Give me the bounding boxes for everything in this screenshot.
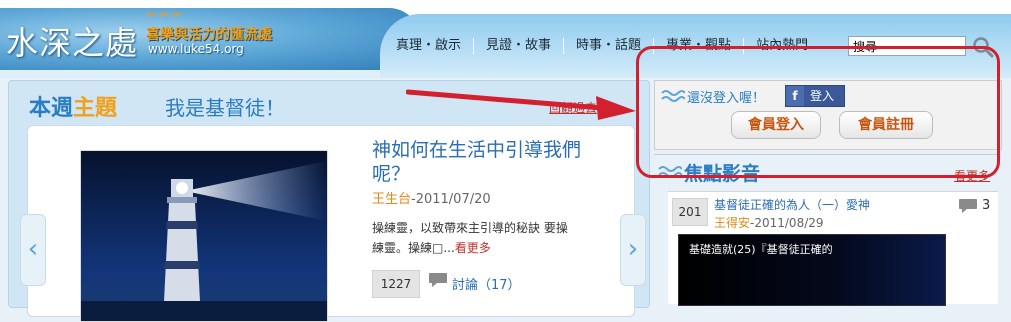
site-url: www.luke54.org: [148, 42, 244, 56]
video-caption: 基礎造就(25)『基督徒正確的: [689, 243, 833, 256]
comment-bubble-icon: [959, 199, 977, 213]
article-byline: 王生台-2011/07/20: [372, 188, 491, 207]
prev-arrow-button[interactable]: ‹: [20, 214, 46, 286]
article-excerpt: 操練靈，以致帶來主引導的秘訣 要操練靈。操練□...看更多: [372, 218, 572, 258]
view-count-badge: 1227: [372, 270, 420, 298]
theme-subtitle: 我是基督徒！: [165, 96, 285, 120]
article-date: -2011/07/20: [411, 192, 491, 207]
article-author[interactable]: 王生台: [372, 192, 411, 207]
media-list-item[interactable]: 201 基督徒正確的為人（一）愛神 王得安-2011/08/29 3 基礎造就(…: [668, 191, 998, 306]
article-card: 神如何在生活中引導我們呢？ 王生台-2011/07/20 操練靈，以致帶來主引導…: [27, 125, 635, 322]
media-comment-count: 3: [982, 198, 991, 213]
article-image[interactable]: [80, 150, 328, 322]
annotation-arrow-icon: [406, 89, 636, 120]
read-more-link[interactable]: 看更多: [455, 241, 491, 255]
site-logo-title[interactable]: 水深之處: [6, 18, 138, 64]
theme-heading: 本週主題: [29, 90, 117, 122]
article-title[interactable]: 神如何在生活中引導我們呢？: [372, 138, 612, 186]
video-thumbnail[interactable]: 基礎造就(25)『基督徒正確的: [678, 234, 946, 306]
media-item-title[interactable]: 基督徒正確的為人（一）愛神: [714, 196, 870, 213]
lighthouse-image: [81, 151, 327, 321]
scissors-decor-icon: ✂✂✂: [146, 8, 185, 23]
annotation-highlight-box: [636, 46, 1000, 178]
site-slogan: 喜樂與活力的匯流處: [146, 27, 272, 43]
comment-bubble-icon: [429, 273, 447, 287]
media-byline: 王得安-2011/08/29: [714, 214, 824, 231]
next-arrow-button[interactable]: ›: [620, 214, 646, 286]
nav-item-testimony[interactable]: 見證・故事: [473, 38, 563, 54]
media-date: -2011/08/29: [750, 216, 824, 230]
nav-item-truth[interactable]: 真理・啟示: [384, 38, 473, 54]
theme-heading-highlight: 主題: [73, 96, 118, 121]
media-view-count: 201: [672, 198, 708, 226]
theme-heading-pre: 本週: [29, 96, 74, 121]
media-author[interactable]: 王得安: [714, 216, 750, 230]
comments-link[interactable]: 討論（17）: [452, 274, 521, 293]
